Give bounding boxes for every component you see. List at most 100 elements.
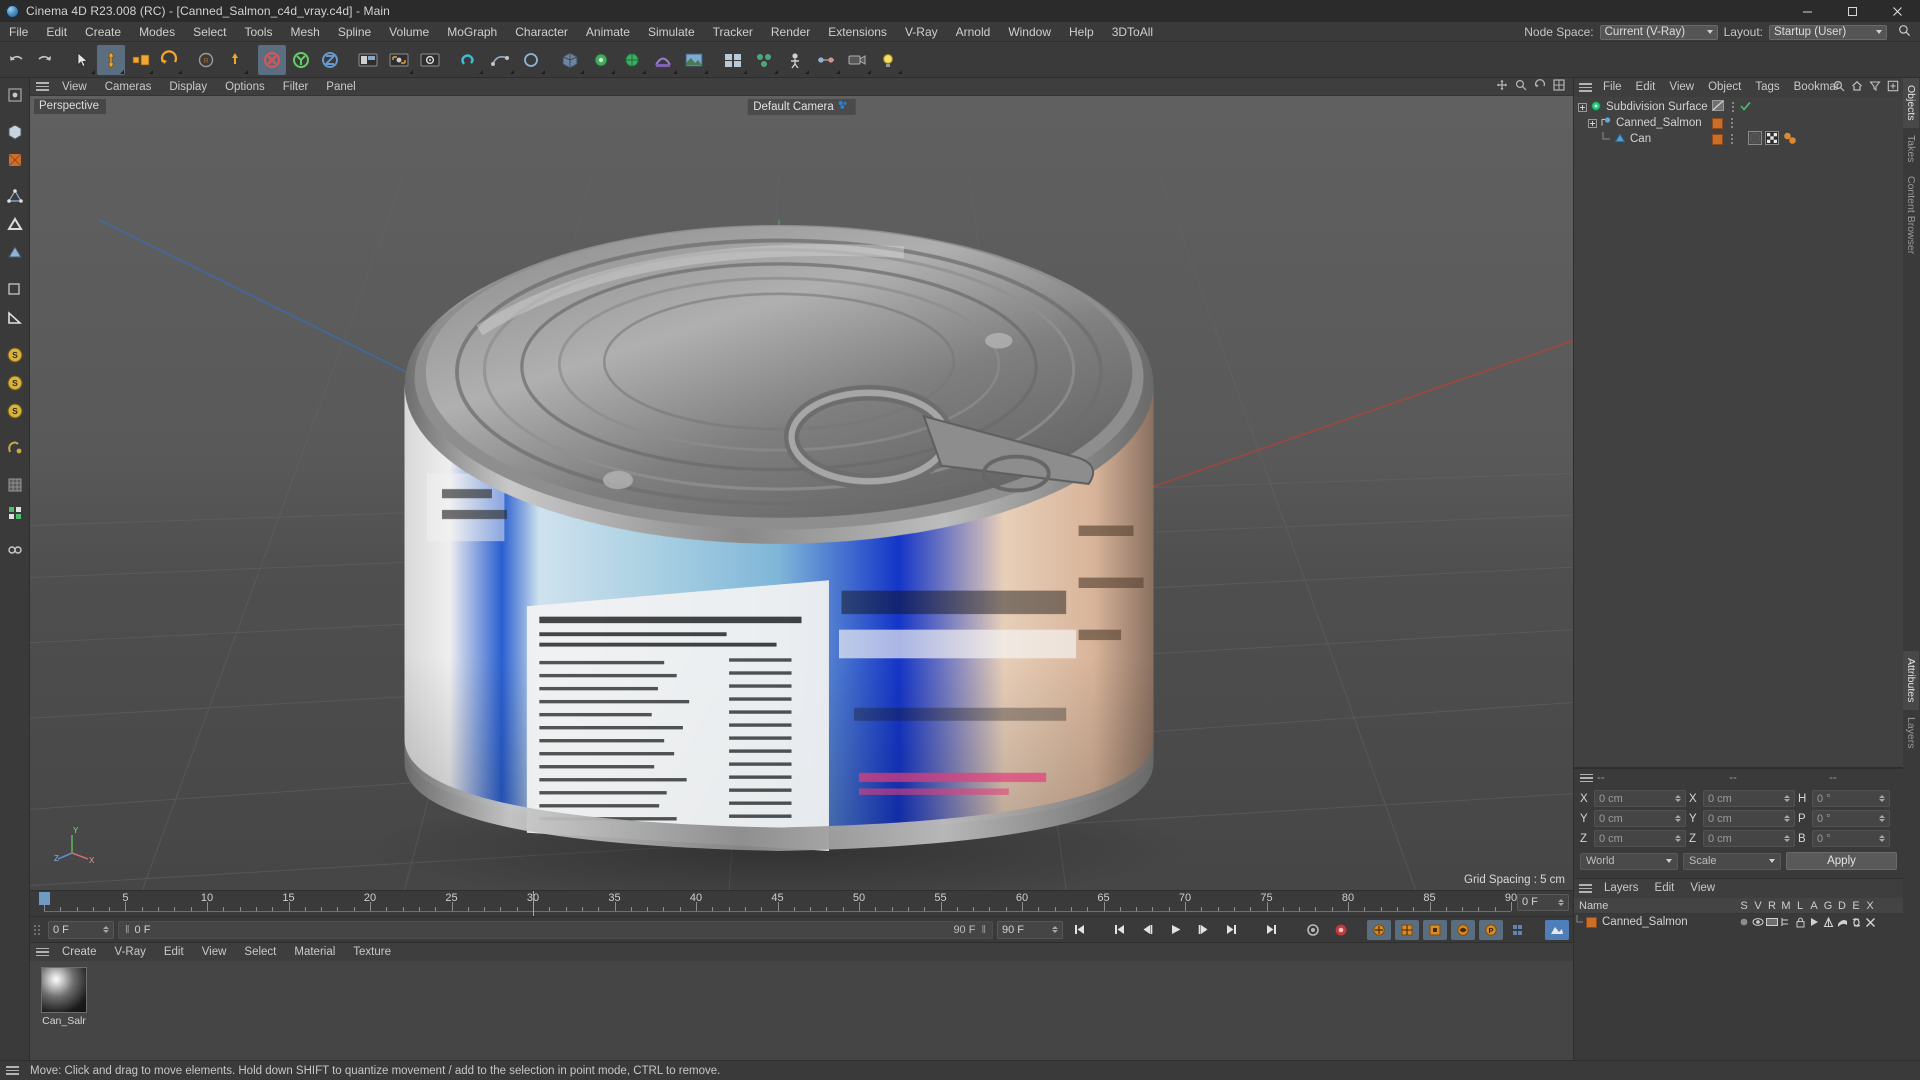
render-settings-icon[interactable] xyxy=(415,45,445,75)
autokeying-button[interactable] xyxy=(1329,920,1353,940)
record-active-objects-button[interactable] xyxy=(1301,920,1325,940)
rotate-tool-icon[interactable] xyxy=(155,45,183,75)
expand-toggle-icon[interactable] xyxy=(1588,118,1597,128)
play-button[interactable] xyxy=(1163,920,1187,940)
position-key-button[interactable] xyxy=(1367,919,1391,940)
viewport-menu-panel[interactable]: Panel xyxy=(317,78,364,96)
expand-toggle-icon[interactable] xyxy=(1578,102,1587,112)
viewport-menu-display[interactable]: Display xyxy=(160,78,216,96)
menu-item-extensions[interactable]: Extensions xyxy=(819,22,896,42)
end-frame-field[interactable]: 90 F xyxy=(997,920,1063,939)
tab-takes[interactable]: Takes xyxy=(1903,128,1919,169)
cube-primitive-icon[interactable] xyxy=(555,45,585,75)
live-selection-icon[interactable] xyxy=(68,45,96,75)
coord-field-y-size[interactable]: 0 cm xyxy=(1703,810,1795,827)
viewport-menu-filter[interactable]: Filter xyxy=(274,78,318,96)
hamburger-icon[interactable] xyxy=(36,82,49,91)
menu-item-spline[interactable]: Spline xyxy=(329,22,380,42)
deformer-icon[interactable] xyxy=(648,45,678,75)
lock-z-icon[interactable]: S xyxy=(2,398,28,424)
go-to-end-button[interactable] xyxy=(1259,920,1283,940)
menu-item-tracker[interactable]: Tracker xyxy=(704,22,762,42)
object-tag-area[interactable] xyxy=(1712,130,1798,148)
material-menu-texture[interactable]: Texture xyxy=(344,943,400,961)
material-menu-material[interactable]: Material xyxy=(285,943,344,961)
axis-lock-y-icon[interactable] xyxy=(287,45,315,75)
menu-item-modes[interactable]: Modes xyxy=(130,22,184,42)
spinner-icon[interactable] xyxy=(1675,815,1681,822)
render-region-icon[interactable] xyxy=(384,45,414,75)
workplane-lock-icon[interactable] xyxy=(2,537,28,563)
coord-field-z-size[interactable]: 0 cm xyxy=(1703,830,1795,847)
layer-render-icon[interactable] xyxy=(1765,917,1779,927)
character-icon[interactable] xyxy=(780,45,810,75)
tag-dots-icon[interactable] xyxy=(1731,118,1733,128)
menu-item-file[interactable]: File xyxy=(0,22,37,42)
tab-content-browser[interactable]: Content Browser xyxy=(1903,169,1919,261)
current-frame-field[interactable]: 0 F xyxy=(48,920,114,939)
spinner-icon[interactable] xyxy=(1558,899,1564,906)
tag-dots-icon[interactable] xyxy=(1732,102,1734,112)
spline-shapes-icon[interactable] xyxy=(516,45,546,75)
step-forward-button[interactable] xyxy=(1191,920,1215,940)
spline-pen-icon[interactable] xyxy=(485,45,515,75)
environment-icon[interactable] xyxy=(679,45,709,75)
layer-visible-icon[interactable] xyxy=(1751,917,1765,927)
layer-color-swatch[interactable] xyxy=(1586,916,1597,928)
coordinate-space-dropdown[interactable]: World xyxy=(1580,852,1678,870)
om-menu-file[interactable]: File xyxy=(1596,78,1629,97)
enable-axis-icon[interactable] xyxy=(2,277,28,303)
layer-expression-icon[interactable] xyxy=(1849,917,1863,928)
point-level-animation-button[interactable]: P xyxy=(1479,919,1503,940)
coordinate-mode-dropdown[interactable]: Scale xyxy=(1683,852,1781,870)
menu-item-3dtoall[interactable]: 3DToAll xyxy=(1103,22,1162,42)
material-item[interactable]: Can_Salr xyxy=(38,967,90,1027)
add-icon[interactable] xyxy=(1887,80,1899,95)
workplane-icon[interactable] xyxy=(2,305,28,331)
layer-solo-icon[interactable] xyxy=(1737,917,1751,927)
timeline-playhead[interactable] xyxy=(39,892,50,905)
dynamics-icon[interactable] xyxy=(811,45,841,75)
menu-item-simulate[interactable]: Simulate xyxy=(639,22,704,42)
subdivision-surface-icon[interactable] xyxy=(617,45,647,75)
layers-menu-edit[interactable]: Edit xyxy=(1647,879,1683,898)
hamburger-icon[interactable] xyxy=(1579,83,1592,92)
phong-tag-icon[interactable] xyxy=(1782,131,1798,148)
redo-icon[interactable] xyxy=(31,45,59,75)
om-menu-edit[interactable]: Edit xyxy=(1629,78,1663,97)
drag-handle-icon[interactable] xyxy=(34,924,40,935)
snap-settings-icon[interactable] xyxy=(454,45,484,75)
level-of-detail-button[interactable] xyxy=(1545,919,1569,940)
light-icon[interactable] xyxy=(873,45,903,75)
menu-item-select[interactable]: Select xyxy=(184,22,235,42)
tab-attributes[interactable]: Attributes xyxy=(1903,651,1919,710)
perspective-viewport[interactable]: Perspective Default Camera Grid Spacing … xyxy=(30,96,1573,890)
pan-view-icon[interactable] xyxy=(1496,79,1508,94)
spinner-icon[interactable] xyxy=(1784,795,1790,802)
mograph-icon[interactable] xyxy=(749,45,779,75)
timeline-ruler[interactable]: 051015202530354045505560657075808590 0 F xyxy=(30,890,1573,916)
polygons-mode-icon[interactable] xyxy=(2,240,28,266)
edges-mode-icon[interactable] xyxy=(2,212,28,238)
scale-tool-icon[interactable] xyxy=(126,45,154,75)
coord-field-x-position[interactable]: 0 cm xyxy=(1594,790,1686,807)
lock-y-icon[interactable]: S xyxy=(2,370,28,396)
menu-item-character[interactable]: Character xyxy=(506,22,577,42)
layer-color-swatch[interactable] xyxy=(1712,117,1723,129)
step-back-button[interactable] xyxy=(1135,920,1159,940)
menu-item-volume[interactable]: Volume xyxy=(380,22,438,42)
material-tag-icon[interactable] xyxy=(1748,130,1762,148)
rotation-key-button[interactable] xyxy=(1395,919,1419,940)
layer-lock-icon[interactable] xyxy=(1793,917,1807,928)
layer-generator-icon[interactable] xyxy=(1821,916,1835,928)
menu-item-arnold[interactable]: Arnold xyxy=(947,22,1000,42)
coord-field-z-position[interactable]: 0 cm xyxy=(1594,830,1686,847)
texture-mode-icon[interactable] xyxy=(2,147,28,173)
timeline-end-field[interactable]: 0 F xyxy=(1517,894,1569,911)
search-icon[interactable] xyxy=(1833,80,1845,95)
layer-manager-icon[interactable] xyxy=(1779,917,1793,927)
spinner-icon[interactable] xyxy=(1879,815,1885,822)
hamburger-icon[interactable] xyxy=(6,1066,19,1075)
home-icon[interactable] xyxy=(1851,80,1863,95)
layer-row[interactable]: Canned_Salmon xyxy=(1574,914,1903,930)
